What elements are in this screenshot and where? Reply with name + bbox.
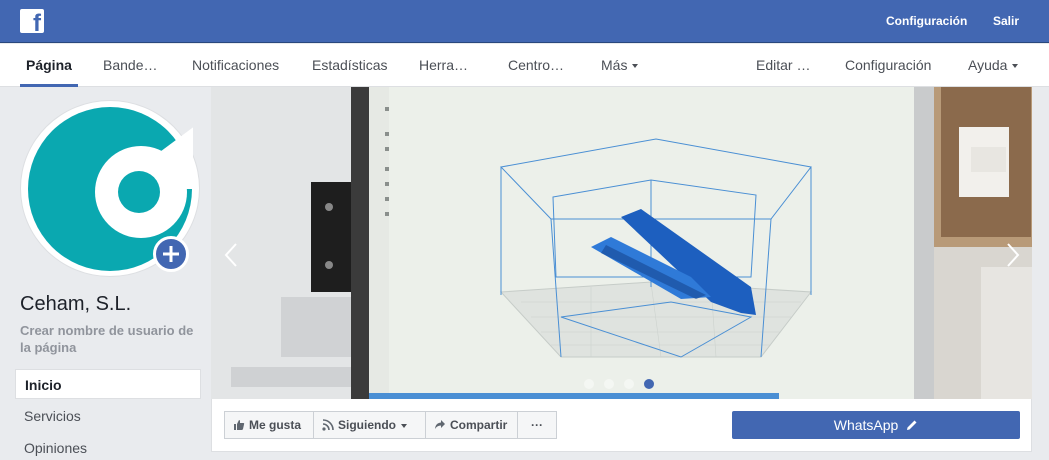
- tab-inbox[interactable]: Bande…: [103, 44, 157, 87]
- following-button[interactable]: Siguiendo: [313, 411, 426, 439]
- rss-icon: [322, 419, 334, 431]
- page-nav: Página Bande… Notificaciones Estadística…: [0, 44, 1049, 87]
- pencil-icon: [907, 420, 917, 431]
- slide-dot[interactable]: [604, 379, 614, 389]
- top-settings-link[interactable]: Configuración: [886, 14, 967, 28]
- tab-more-label: Más: [601, 57, 628, 73]
- more-options-icon: ···: [531, 418, 543, 432]
- tab-more[interactable]: Más: [601, 44, 639, 87]
- slide-dot[interactable]: [584, 379, 594, 389]
- share-label: Compartir: [450, 418, 508, 432]
- slide-dot[interactable]: [624, 379, 634, 389]
- share-arrow-icon: [435, 419, 445, 429]
- sidebar-item-home[interactable]: Inicio: [15, 369, 201, 399]
- tab-help-label: Ayuda: [968, 57, 1008, 73]
- more-options-button[interactable]: ···: [517, 411, 557, 439]
- caret-down-icon: [1012, 64, 1019, 69]
- next-arrow-icon[interactable]: [1006, 240, 1020, 270]
- facebook-logo-icon[interactable]: f: [20, 9, 44, 33]
- caret-down-icon: [401, 423, 407, 428]
- share-button[interactable]: Compartir: [425, 411, 518, 439]
- tab-page[interactable]: Página: [20, 44, 78, 87]
- caret-down-icon: [632, 64, 639, 69]
- like-label: Me gusta: [249, 418, 302, 432]
- sidebar-item-services[interactable]: Servicios: [15, 401, 201, 431]
- tab-help[interactable]: Ayuda: [968, 44, 1019, 87]
- previous-arrow-icon[interactable]: [224, 240, 238, 270]
- whatsapp-label: WhatsApp: [833, 417, 899, 433]
- create-username-link[interactable]: Crear nombre de usuario de la página: [20, 322, 200, 356]
- tab-edit-page[interactable]: Editar …: [756, 44, 810, 87]
- tab-notifications[interactable]: Notificaciones: [192, 44, 279, 87]
- add-photo-icon[interactable]: [153, 236, 189, 272]
- tab-center[interactable]: Centro…: [508, 44, 564, 87]
- tab-settings[interactable]: Configuración: [845, 44, 931, 87]
- cover-image: [211, 87, 1032, 399]
- like-button[interactable]: Me gusta: [224, 411, 314, 439]
- following-label: Siguiendo: [338, 418, 396, 432]
- page-title: Ceham, S.L.: [20, 293, 132, 315]
- thumbs-up-icon: [234, 419, 245, 430]
- tab-insights[interactable]: Estadísticas: [312, 44, 387, 87]
- tab-tools[interactable]: Herra…: [419, 44, 468, 87]
- sidebar-item-reviews[interactable]: Opiniones: [15, 433, 201, 460]
- cover-photo[interactable]: [211, 87, 1032, 399]
- top-bar: f Configuración Salir: [0, 0, 1049, 43]
- slide-dot-active[interactable]: [644, 379, 654, 389]
- whatsapp-button[interactable]: WhatsApp: [732, 411, 1020, 439]
- logout-link[interactable]: Salir: [993, 14, 1019, 28]
